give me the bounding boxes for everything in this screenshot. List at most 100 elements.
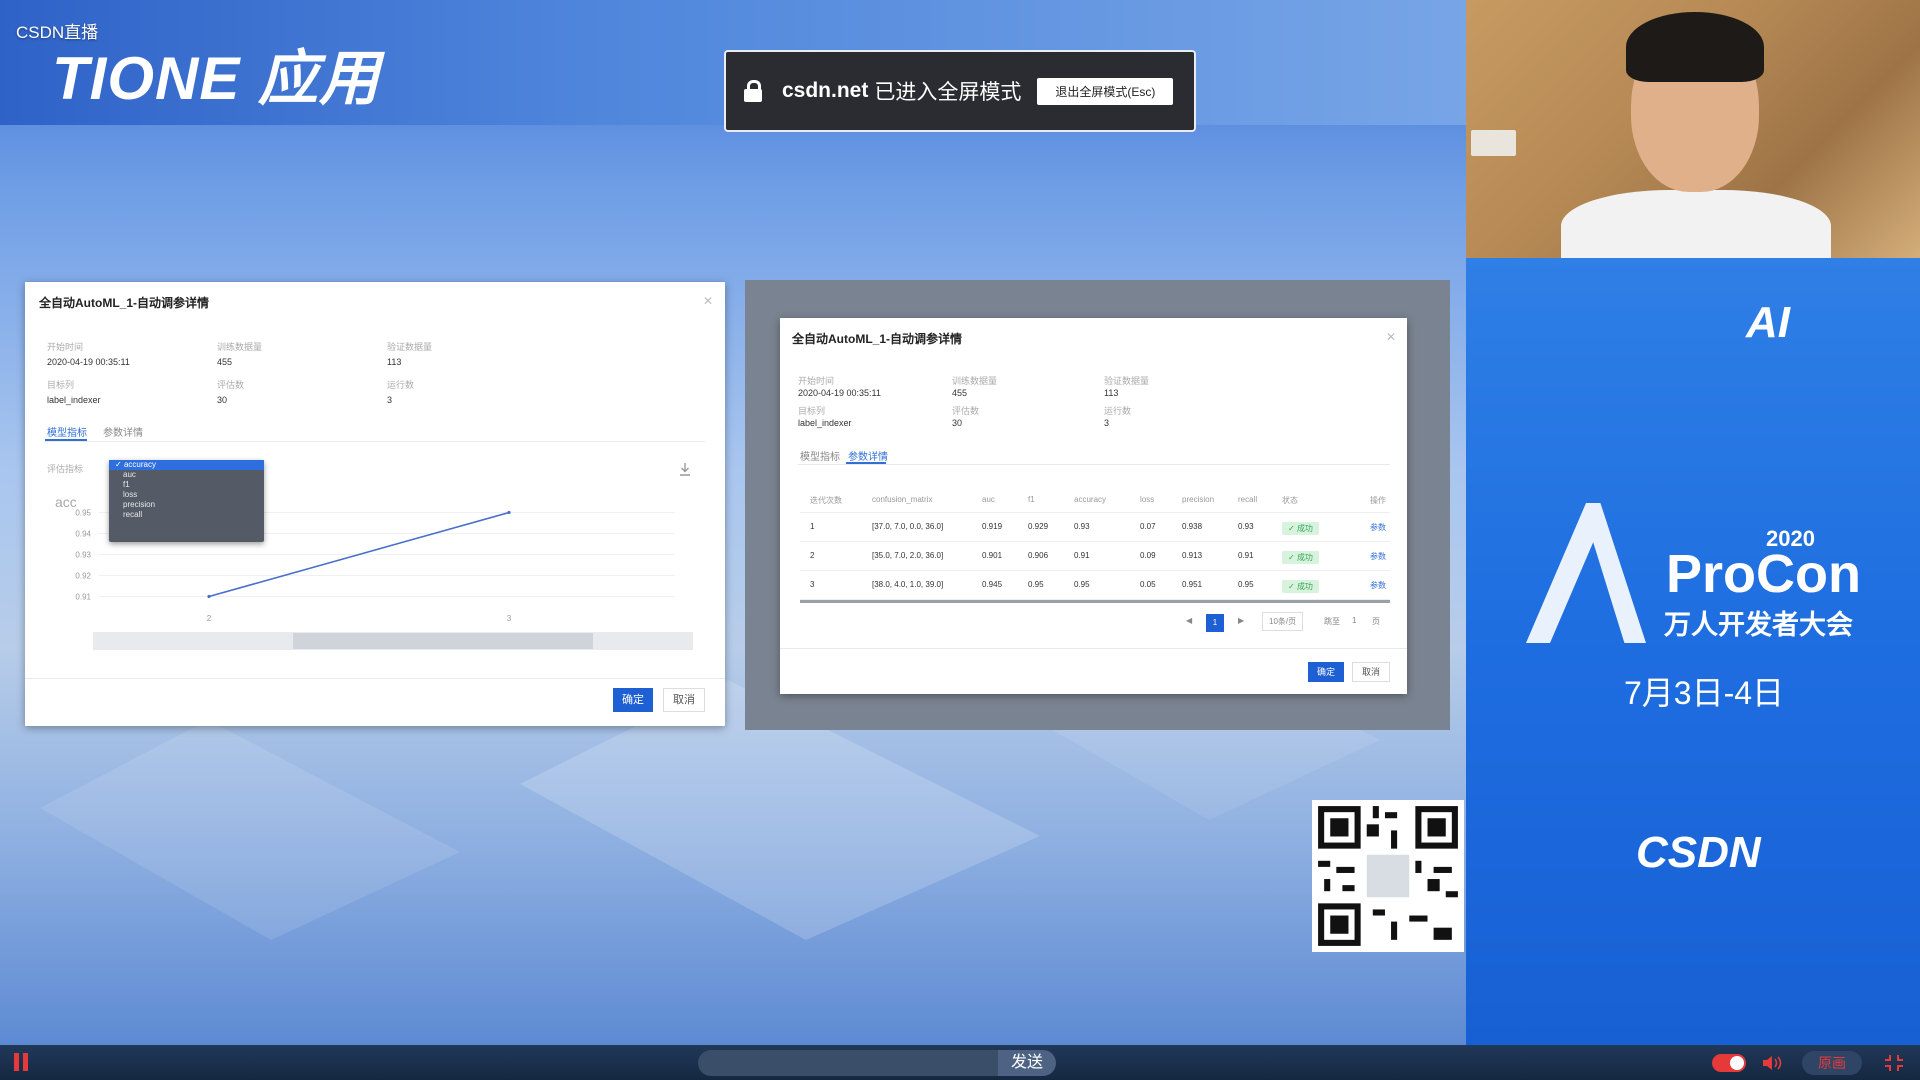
pause-icon[interactable] (14, 1053, 30, 1071)
tab-model-metrics[interactable]: 模型指标 (47, 424, 87, 439)
cell-recall: 0.93 (1238, 522, 1254, 531)
exit-fullscreen-icon[interactable] (1884, 1054, 1904, 1072)
dropdown-option-auc[interactable]: auc (109, 470, 264, 480)
table-header-row: 迭代次数 confusion_matrix auc f1 accuracy lo… (800, 488, 1390, 513)
field-label: 开始时间 (47, 342, 84, 352)
cell-recall: 0.95 (1238, 580, 1254, 589)
promo-event-name: ProCon (1666, 544, 1861, 604)
cell-loss: 0.09 (1140, 551, 1156, 560)
cell-f1: 0.929 (1028, 522, 1049, 531)
field-value: 455 (217, 357, 233, 367)
status-badge: ✓ 成功 (1282, 580, 1319, 593)
page-number-current[interactable]: 1 (1206, 614, 1224, 632)
live-source-label: CSDN直播 (16, 23, 99, 42)
cell-f1: 0.95 (1028, 580, 1044, 589)
tab-param-details[interactable]: 参数详情 (848, 448, 888, 463)
tab-param-details[interactable]: 参数详情 (103, 424, 143, 439)
cell-loss: 0.05 (1140, 580, 1156, 589)
cell-confusion-matrix: [37.0, 7.0, 0.0, 36.0] (872, 522, 944, 531)
cancel-button[interactable]: 取消 (663, 688, 705, 712)
column-header: f1 (1028, 495, 1035, 504)
exit-fullscreen-button[interactable]: 退出全屏模式(Esc) (1037, 77, 1174, 105)
y-tick-label: 0.94 (75, 530, 91, 539)
field-label: 验证数据量 (387, 342, 433, 352)
cell-iteration: 1 (810, 522, 815, 531)
notice-domain: csdn.net (782, 79, 869, 102)
page-unit-label: 页 (1372, 617, 1380, 626)
cell-precision: 0.913 (1182, 551, 1203, 560)
cancel-button[interactable]: 取消 (1352, 662, 1390, 682)
quality-select[interactable]: 原画 (1802, 1051, 1862, 1075)
column-header: 迭代次数 (810, 496, 842, 505)
field-label: 目标列 (798, 406, 826, 416)
confirm-button[interactable]: 确定 (1308, 662, 1344, 682)
column-header: 状态 (1282, 496, 1298, 505)
download-icon[interactable] (679, 462, 691, 476)
field-value: 113 (1104, 388, 1119, 398)
promo-date: 7月3日-4日 (1624, 675, 1785, 711)
row-action-link[interactable]: 参数 (1370, 580, 1386, 591)
close-icon[interactable]: ✕ (703, 294, 713, 308)
cell-auc: 0.919 (982, 522, 1003, 531)
field-label: 训练数据量 (217, 342, 263, 352)
cell-confusion-matrix: [38.0, 4.0, 1.0, 39.0] (872, 580, 944, 589)
send-button[interactable]: 发送 (998, 1050, 1056, 1076)
footer-divider (780, 648, 1407, 649)
tab-model-metrics[interactable]: 模型指标 (800, 448, 840, 463)
dropdown-option-precision[interactable]: precision (109, 500, 264, 510)
status-badge: ✓ 成功 (1282, 551, 1319, 564)
close-icon[interactable]: ✕ (1386, 330, 1396, 344)
tab-divider (798, 464, 1390, 465)
speaker-hair (1626, 12, 1764, 82)
row-action-link[interactable]: 参数 (1370, 551, 1386, 562)
chart-zoom-scrollbar[interactable] (93, 632, 693, 650)
zoom-slider-handle[interactable] (293, 633, 593, 649)
player-control-bar: 发送 原画 (0, 1045, 1920, 1080)
wall-outlet (1471, 130, 1516, 156)
metric-select-label: 评估指标 (47, 464, 84, 474)
field-value: 30 (217, 395, 228, 405)
column-header: 操作 (1370, 496, 1386, 505)
data-point (207, 594, 211, 599)
footer-divider (25, 678, 725, 679)
field-label: 开始时间 (798, 376, 835, 386)
prev-page-icon[interactable]: ◀ (1186, 616, 1192, 625)
status-text: 成功 (1296, 582, 1313, 591)
next-page-icon[interactable]: ▶ (1238, 616, 1244, 625)
dropdown-option-accuracy[interactable]: ✓ accuracy (109, 460, 264, 470)
field-label: 运行数 (1104, 406, 1132, 416)
dropdown-option-recall[interactable]: recall (109, 510, 264, 520)
danmaku-toggle[interactable] (1712, 1054, 1746, 1072)
x-tick-label: 2 (207, 614, 212, 623)
row-action-link[interactable]: 参数 (1370, 522, 1386, 533)
cell-iteration: 3 (810, 580, 815, 589)
cell-accuracy: 0.95 (1074, 580, 1090, 589)
promo-subtitle: 万人开发者大会 (1664, 610, 1853, 640)
slide-decoration (40, 720, 460, 940)
chat-input[interactable] (698, 1050, 998, 1076)
goto-label: 跳至 (1324, 617, 1340, 626)
field-label: 验证数据量 (1104, 376, 1150, 386)
table-horizontal-scrollbar[interactable] (800, 600, 1390, 603)
tuning-detail-dialog-left: 全自动AutoML_1-自动调参详情 ✕ 开始时间 2020-04-19 00:… (25, 282, 725, 726)
cell-precision: 0.938 (1182, 522, 1203, 531)
dialog-title: 全自动AutoML_1-自动调参详情 (792, 332, 962, 346)
volume-icon[interactable] (1762, 1054, 1784, 1072)
goto-input[interactable]: 1 (1352, 616, 1356, 625)
status-text: 成功 (1296, 524, 1313, 533)
fullscreen-notice: csdn.net 已进入全屏模式 退出全屏模式(Esc) (724, 50, 1196, 132)
speaker-shirt (1561, 190, 1831, 258)
tab-divider (45, 441, 705, 442)
field-value: 2020-04-19 00:35:11 (798, 388, 881, 398)
dropdown-option-f1[interactable]: f1 (109, 480, 264, 490)
page-size-select[interactable]: 10条/页 (1262, 612, 1304, 631)
field-value: 30 (952, 418, 963, 428)
data-point (507, 510, 511, 515)
column-header: recall (1238, 495, 1258, 504)
confirm-button[interactable]: 确定 (613, 688, 653, 712)
speaker-webcam (1466, 0, 1920, 258)
csdn-logo: CSDN (1636, 828, 1761, 877)
dropdown-option-loss[interactable]: loss (109, 490, 264, 500)
qr-code-image (1312, 800, 1464, 952)
metric-dropdown[interactable]: ✓ accuracy auc f1 loss precision recall (109, 460, 264, 542)
